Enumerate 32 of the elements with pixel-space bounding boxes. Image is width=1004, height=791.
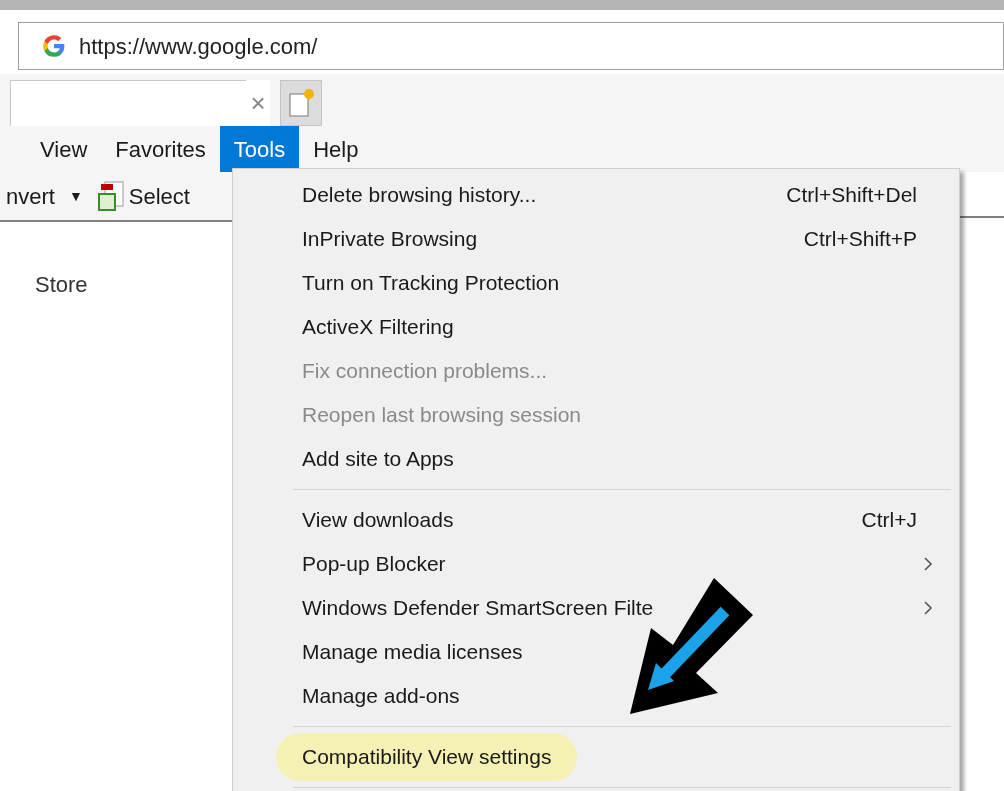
store-link[interactable]: Store — [35, 272, 88, 297]
dropdown-caret[interactable]: ▼ — [68, 185, 83, 207]
close-tab-button[interactable]: × — [246, 80, 270, 126]
menu-bar-item[interactable]: Help — [299, 126, 373, 172]
menu-item[interactable]: ActiveX Filtering — [233, 305, 959, 349]
menu-item[interactable]: Manage media licenses — [233, 630, 959, 674]
menu-item[interactable]: Compatibility View settings — [233, 735, 959, 779]
shortcut-text: Ctrl+J — [861, 507, 918, 534]
url-text: https://www.google.com/ — [79, 32, 318, 61]
submenu-chevron-icon — [923, 556, 933, 572]
menu-bar-item[interactable]: Tools — [219, 126, 300, 172]
menu-bar-item[interactable]: Favorites — [101, 126, 220, 172]
menu-item[interactable]: Turn on Tracking Protection — [233, 261, 959, 305]
menu-bar-item[interactable]: View — [26, 126, 102, 172]
convert-button[interactable]: nvert — [6, 179, 55, 213]
shortcut-text: Ctrl+Shift+Del — [786, 182, 918, 209]
menu-item[interactable]: View downloads Ctrl+J — [233, 498, 959, 542]
google-logo-icon — [41, 33, 67, 59]
menu-item[interactable]: Pop-up Blocker — [233, 542, 959, 586]
menu-item[interactable]: Add site to Apps — [233, 437, 959, 481]
new-tab-button[interactable] — [280, 80, 322, 126]
address-bar[interactable]: https://www.google.com/ — [18, 22, 1004, 70]
select-tool-icon — [96, 180, 127, 212]
menu-item[interactable]: Delete browsing history... Ctrl+Shift+Del — [233, 173, 959, 217]
submenu-chevron-icon — [923, 600, 933, 616]
menu-item[interactable]: Manage add-ons — [233, 674, 959, 718]
select-button[interactable]: Select — [96, 179, 190, 213]
new-page-icon — [287, 88, 315, 118]
shortcut-text: Ctrl+Shift+P — [803, 226, 918, 253]
menu-item[interactable]: InPrivate Browsing Ctrl+Shift+P — [233, 217, 959, 261]
browser-tab[interactable] — [10, 80, 246, 126]
menu-item[interactable]: Windows Defender SmartScreen Filte — [233, 586, 959, 630]
